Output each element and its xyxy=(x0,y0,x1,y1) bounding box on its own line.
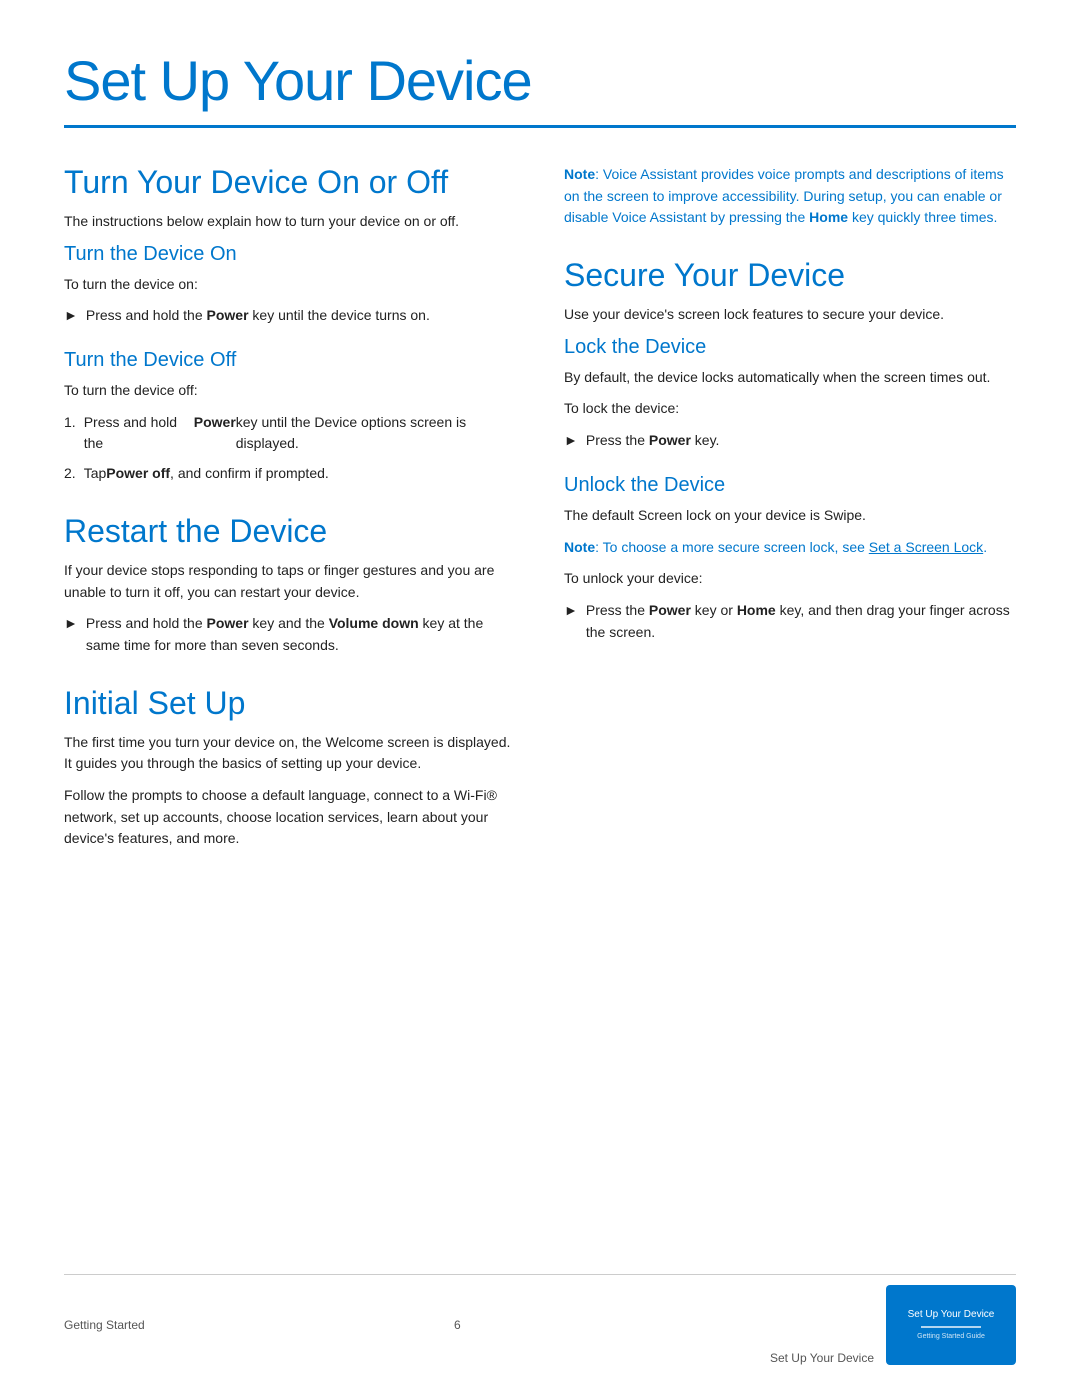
footer-thumbnail: Set Up Your Device Getting Started Guide xyxy=(886,1285,1016,1365)
footer-right-label: Set Up Your Device xyxy=(770,1351,874,1365)
secure-section: Secure Your Device Use your device's scr… xyxy=(564,257,1016,643)
home-bold: Home xyxy=(809,209,848,225)
note-label: Note xyxy=(564,166,595,182)
note-content: : Voice Assistant provides voice prompts… xyxy=(564,166,1004,225)
turn-off-intro: To turn the device off: xyxy=(64,380,516,402)
restart-section: Restart the Device If your device stops … xyxy=(64,513,516,657)
lock-subsection: Lock the Device By default, the device l… xyxy=(564,336,1016,452)
power-bold-3: Power xyxy=(207,615,249,631)
turn-on-subsection: Turn the Device On To turn the device on… xyxy=(64,243,516,327)
home-bold-2: Home xyxy=(737,602,776,618)
turn-off-subsection: Turn the Device Off To turn the device o… xyxy=(64,349,516,485)
footer: Getting Started 6 Set Up Your Device Set… xyxy=(64,1274,1016,1365)
turn-on-off-intro: The instructions below explain how to tu… xyxy=(64,211,516,233)
secure-intro: Use your device's screen lock features t… xyxy=(564,304,1016,326)
footer-right-area: Set Up Your Device Set Up Your Device Ge… xyxy=(770,1285,1016,1365)
unlock-para2: To unlock your device: xyxy=(564,568,1016,590)
bullet-arrow-icon-3: ► xyxy=(564,430,578,452)
turn-on-off-section: Turn Your Device On or Off The instructi… xyxy=(64,164,516,485)
turn-on-bullet: ► Press and hold the Power key until the… xyxy=(64,305,516,327)
two-column-layout: Turn Your Device On or Off The instructi… xyxy=(64,164,1016,878)
turn-off-item-2: Tap Power off, and confirm if prompted. xyxy=(64,463,516,485)
note-text: Note: Voice Assistant provides voice pro… xyxy=(564,164,1016,229)
footer-page-number: 6 xyxy=(454,1318,461,1332)
volume-down-bold: Volume down xyxy=(329,615,419,631)
restart-intro: If your device stops responding to taps … xyxy=(64,560,516,603)
power-bold-2: Power xyxy=(194,412,236,434)
turn-on-off-title: Turn Your Device On or Off xyxy=(64,164,516,201)
set-screen-lock-link[interactable]: Set a Screen Lock xyxy=(869,539,983,555)
turn-on-title: Turn the Device On xyxy=(64,243,516,266)
power-bold: Power xyxy=(207,307,249,323)
right-column: Note: Voice Assistant provides voice pro… xyxy=(564,164,1016,878)
power-bold-5: Power xyxy=(649,602,691,618)
bullet-arrow-icon: ► xyxy=(64,305,78,327)
title-divider xyxy=(64,125,1016,128)
turn-off-list: Press and hold the Power key until the D… xyxy=(64,412,516,485)
restart-bullet: ► Press and hold the Power key and the V… xyxy=(64,613,516,656)
unlock-note: Note: To choose a more secure screen loc… xyxy=(564,537,1016,559)
unlock-bullet: ► Press the Power key or Home key, and t… xyxy=(564,600,1016,643)
lock-para2: To lock the device: xyxy=(564,398,1016,420)
voice-assistant-note: Note: Voice Assistant provides voice pro… xyxy=(564,164,1016,229)
page-title: Set Up Your Device xyxy=(64,48,1016,113)
initial-setup-para1: The first time you turn your device on, … xyxy=(64,732,516,775)
power-bold-4: Power xyxy=(649,432,691,448)
power-off-bold: Power off xyxy=(106,463,170,485)
initial-setup-title: Initial Set Up xyxy=(64,685,516,722)
restart-title: Restart the Device xyxy=(64,513,516,550)
initial-setup-para2: Follow the prompts to choose a default l… xyxy=(64,785,516,850)
footer-left: Getting Started xyxy=(64,1318,145,1332)
unlock-note-label: Note xyxy=(564,539,595,555)
turn-off-item-1: Press and hold the Power key until the D… xyxy=(64,412,516,455)
restart-bullet-text: Press and hold the Power key and the Vol… xyxy=(86,613,516,656)
lock-bullet: ► Press the Power key. xyxy=(564,430,1016,452)
turn-on-intro: To turn the device on: xyxy=(64,274,516,296)
lock-title: Lock the Device xyxy=(564,336,1016,359)
page: Set Up Your Device Turn Your Device On o… xyxy=(0,0,1080,1397)
unlock-bullet-text: Press the Power key or Home key, and the… xyxy=(586,600,1016,643)
turn-on-bullet-text: Press and hold the Power key until the d… xyxy=(86,305,430,327)
bullet-arrow-icon-4: ► xyxy=(564,600,578,622)
thumbnail-text: Set Up Your Device Getting Started Guide xyxy=(904,1304,999,1345)
bullet-arrow-icon-2: ► xyxy=(64,613,78,635)
lock-bullet-text: Press the Power key. xyxy=(586,430,720,452)
unlock-note-content: : To choose a more secure screen lock, s… xyxy=(595,539,869,555)
lock-para1: By default, the device locks automatical… xyxy=(564,367,1016,389)
secure-title: Secure Your Device xyxy=(564,257,1016,294)
unlock-title: Unlock the Device xyxy=(564,474,1016,497)
turn-off-title: Turn the Device Off xyxy=(64,349,516,372)
unlock-para1: The default Screen lock on your device i… xyxy=(564,505,1016,527)
unlock-subsection: Unlock the Device The default Screen loc… xyxy=(564,474,1016,643)
left-column: Turn Your Device On or Off The instructi… xyxy=(64,164,516,878)
unlock-note-end: . xyxy=(983,539,987,555)
initial-setup-section: Initial Set Up The first time you turn y… xyxy=(64,685,516,850)
